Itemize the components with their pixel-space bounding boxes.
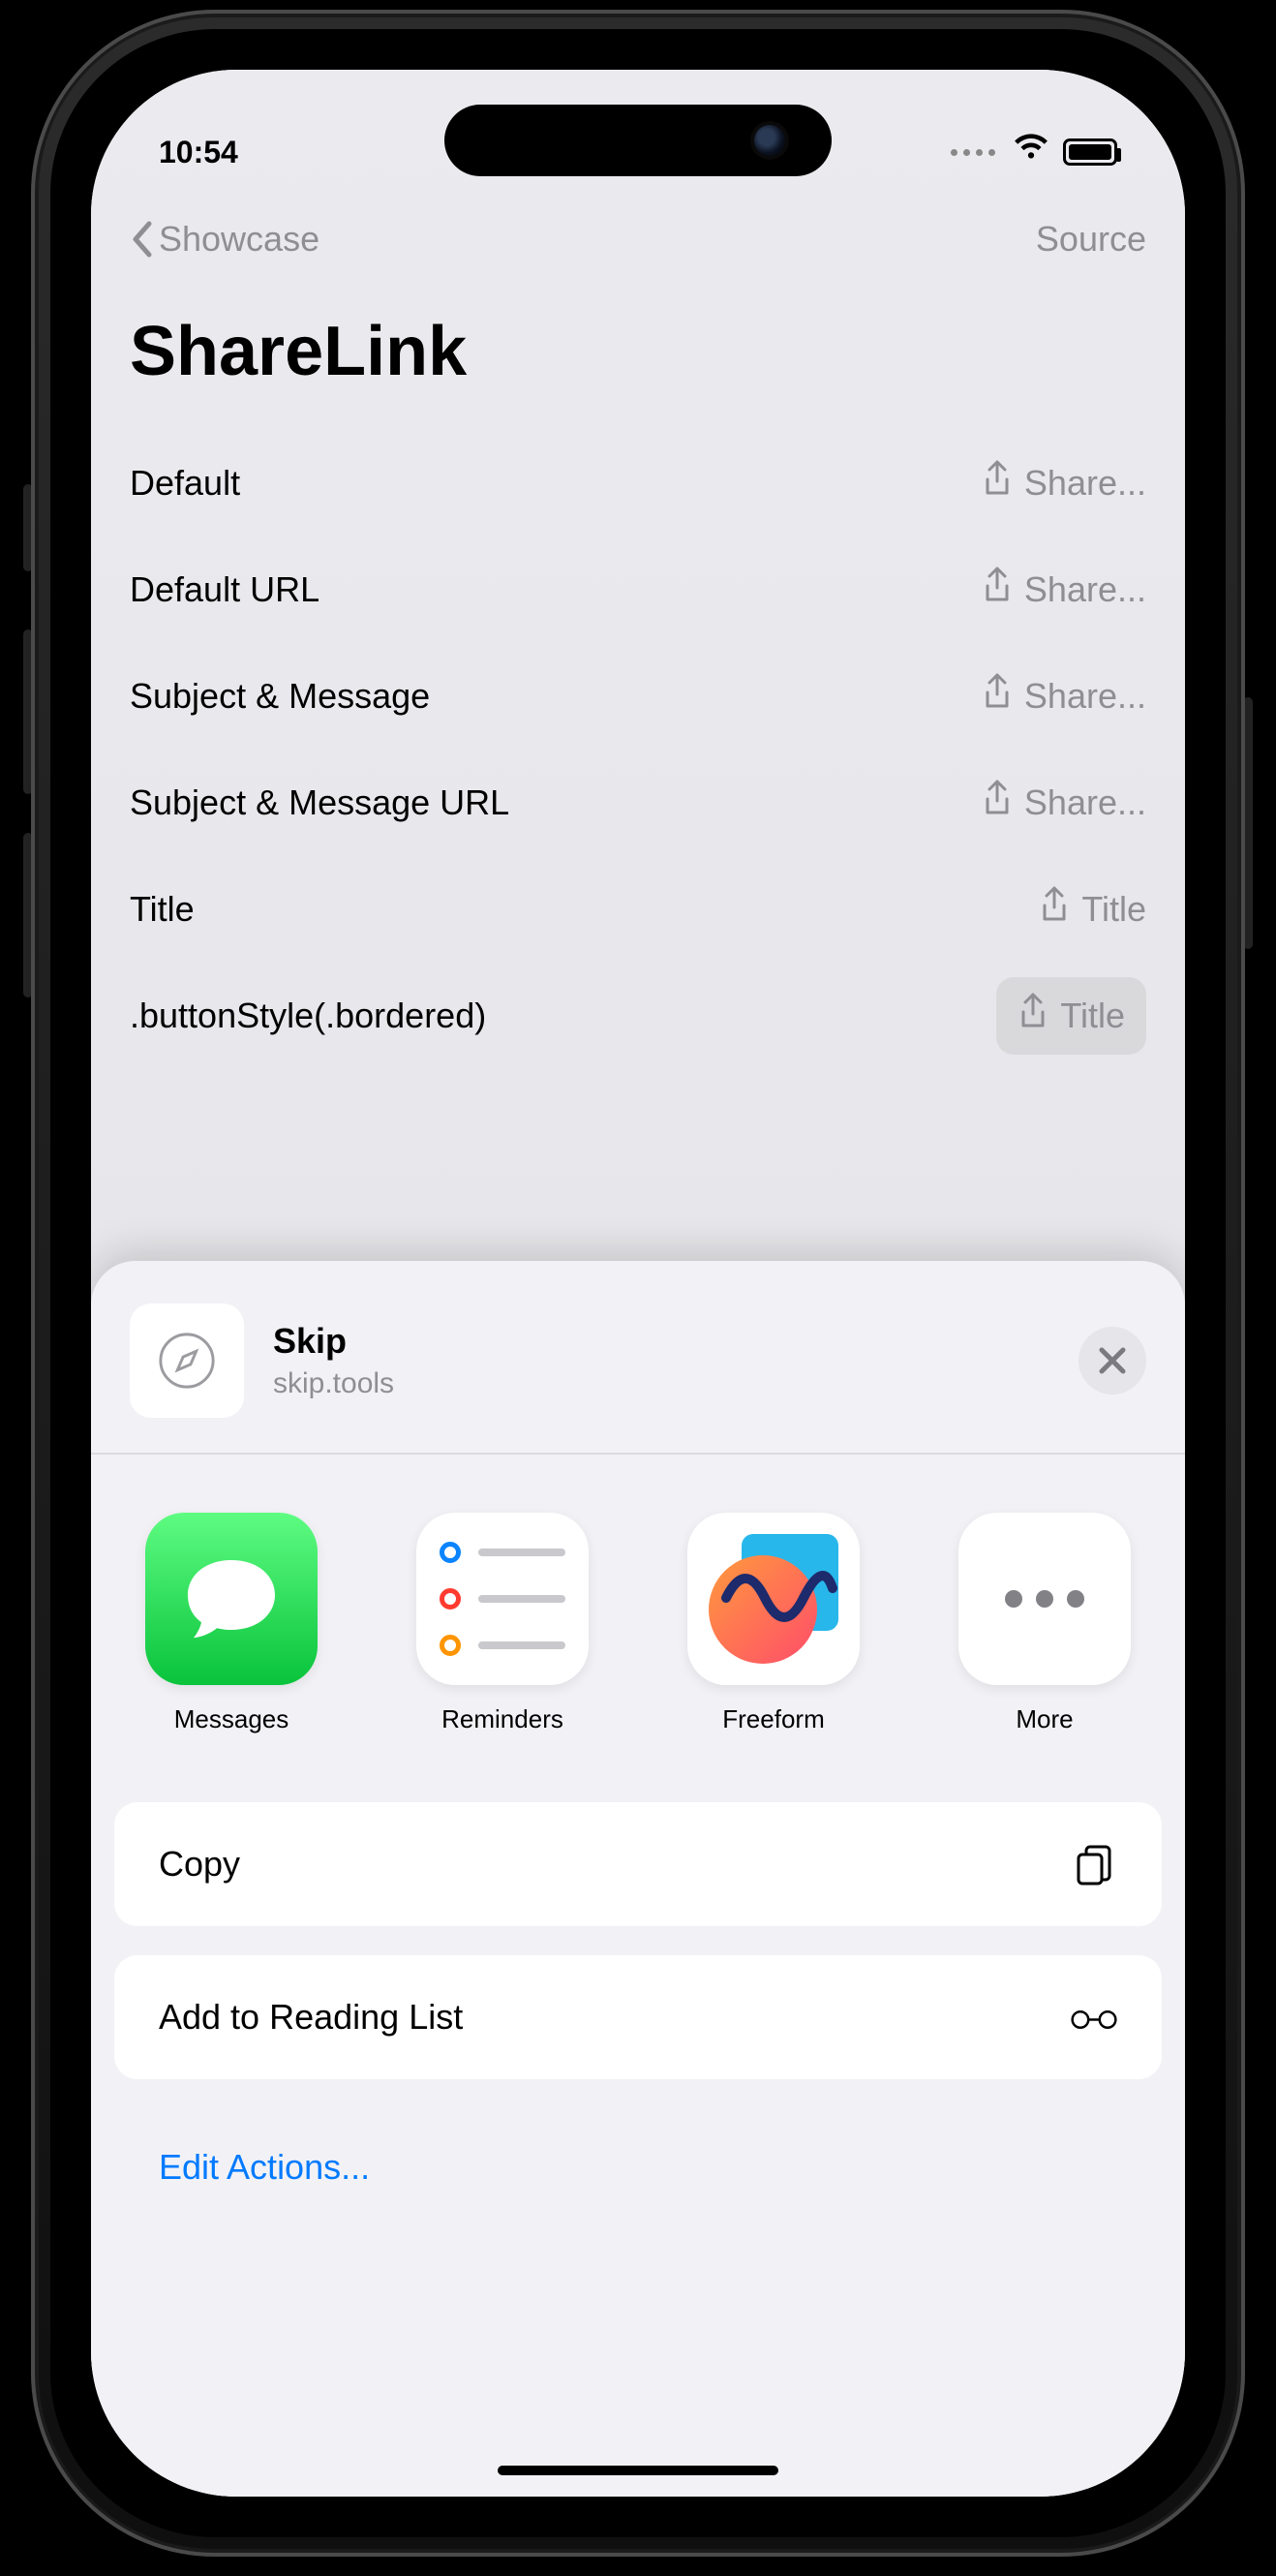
front-camera — [754, 125, 785, 156]
share-item-title: Skip — [273, 1321, 1079, 1362]
share-button-label: Share... — [1024, 782, 1146, 823]
app-label: More — [1016, 1704, 1073, 1734]
close-icon — [1098, 1346, 1127, 1375]
source-button[interactable]: Source — [1036, 219, 1146, 260]
share-icon — [982, 673, 1013, 721]
share-button[interactable]: Share... — [982, 673, 1146, 721]
app-label: Freeform — [722, 1704, 824, 1734]
share-app-more[interactable]: More — [933, 1513, 1156, 1734]
app-label: Reminders — [441, 1704, 563, 1734]
back-button[interactable]: Showcase — [130, 219, 319, 260]
share-sheet[interactable]: Skip skip.tools Messages — [91, 1261, 1185, 2497]
row-label: Subject & Message URL — [130, 782, 509, 823]
row-label: Subject & Message — [130, 676, 430, 717]
share-button-bordered[interactable]: Title — [996, 977, 1146, 1055]
list-row: Title Title — [130, 856, 1146, 963]
home-indicator[interactable] — [498, 2466, 778, 2475]
copy-action[interactable]: Copy — [114, 1802, 1162, 1926]
row-label: Default — [130, 463, 240, 504]
share-icon — [982, 567, 1013, 614]
share-icon — [1039, 886, 1070, 934]
row-label: .buttonStyle(.bordered) — [130, 996, 486, 1036]
screen: 10:54 Showcase — [91, 70, 1185, 2497]
share-button-label: Share... — [1024, 676, 1146, 717]
share-app-freeform[interactable]: Freeform — [662, 1513, 885, 1734]
action-label: Copy — [159, 1844, 240, 1885]
link-thumbnail — [130, 1303, 244, 1418]
back-label: Showcase — [159, 219, 319, 260]
messages-icon — [145, 1513, 318, 1685]
chevron-left-icon — [130, 220, 153, 259]
list-row: Subject & Message Share... — [130, 643, 1146, 750]
share-icon — [982, 780, 1013, 827]
share-app-reminders[interactable]: Reminders — [391, 1513, 614, 1734]
list-row: .buttonStyle(.bordered) Title — [130, 963, 1146, 1069]
share-app-messages[interactable]: Messages — [120, 1513, 343, 1734]
page-title: ShareLink — [130, 312, 1146, 391]
share-button-label: Share... — [1024, 569, 1146, 610]
share-app-row[interactable]: Messages Reminders — [91, 1455, 1185, 1763]
share-button[interactable]: Share... — [982, 780, 1146, 827]
list-row: Default Share... — [130, 430, 1146, 537]
share-icon — [982, 460, 1013, 507]
freeform-icon — [687, 1513, 860, 1685]
list-row: Default URL Share... — [130, 537, 1146, 643]
more-icon — [958, 1513, 1131, 1685]
share-button-label: Title — [1060, 996, 1125, 1036]
phone-chassis: 10:54 Showcase — [31, 10, 1245, 2557]
action-label: Add to Reading List — [159, 1997, 463, 2038]
row-label: Default URL — [130, 569, 319, 610]
share-item-subtitle: skip.tools — [273, 1367, 1079, 1400]
share-button[interactable]: Share... — [982, 567, 1146, 614]
list-row: Subject & Message URL Share... — [130, 750, 1146, 856]
app-label: Messages — [174, 1704, 289, 1734]
share-action-list: Copy Add to Reading List — [91, 1763, 1185, 2226]
share-button[interactable]: Title — [1039, 886, 1146, 934]
add-to-reading-list-action[interactable]: Add to Reading List — [114, 1955, 1162, 2079]
share-button[interactable]: Share... — [982, 460, 1146, 507]
share-button-label: Share... — [1024, 463, 1146, 504]
edit-actions-button[interactable]: Edit Actions... — [114, 2108, 1162, 2226]
edit-actions-label: Edit Actions... — [159, 2147, 370, 2187]
close-button[interactable] — [1079, 1327, 1146, 1395]
row-label: Title — [130, 889, 195, 930]
share-sheet-header: Skip skip.tools — [91, 1261, 1185, 1455]
copy-icon — [1071, 1841, 1117, 1887]
compass-icon — [157, 1331, 217, 1391]
reminders-icon — [416, 1513, 589, 1685]
share-button-label: Title — [1081, 889, 1146, 930]
share-icon — [1018, 993, 1048, 1040]
dynamic-island — [444, 105, 832, 176]
glasses-icon — [1071, 1994, 1117, 2040]
